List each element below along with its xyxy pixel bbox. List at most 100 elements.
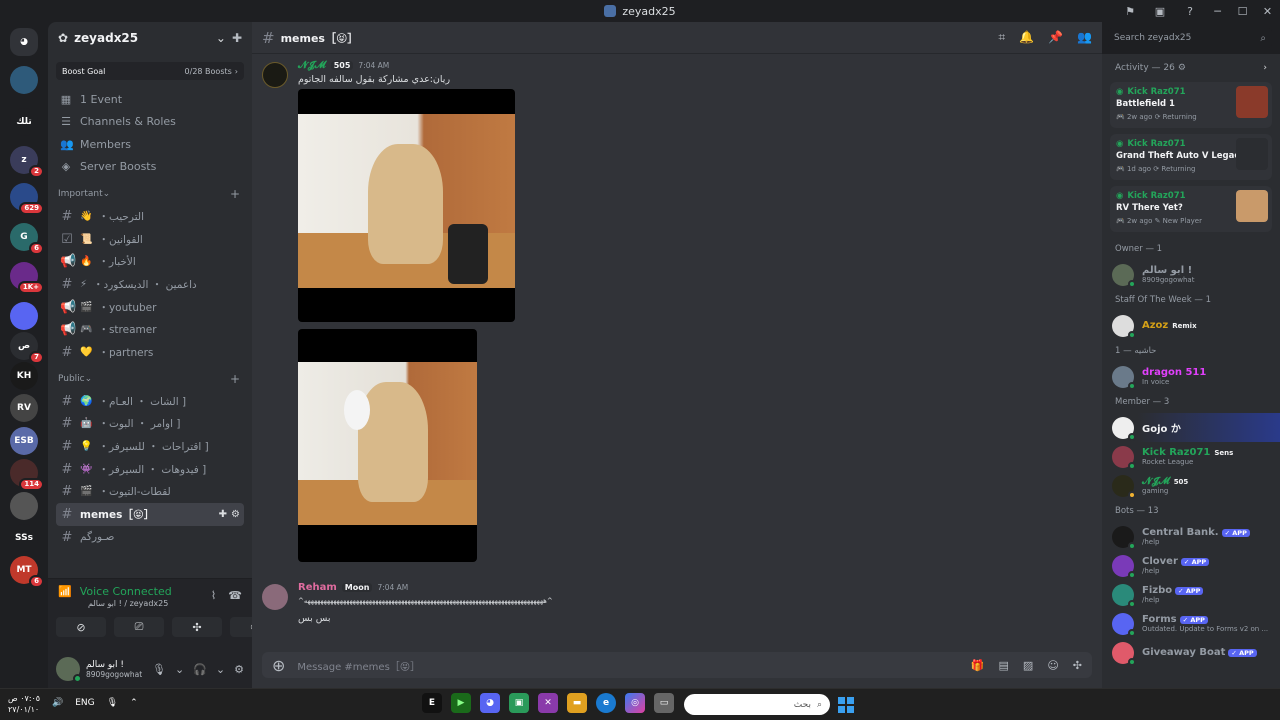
message-author[interactable]: Reham <box>298 582 337 593</box>
edge-icon[interactable]: e <box>596 693 616 713</box>
minimize-button[interactable]: ─ <box>1205 0 1230 22</box>
sidebar-nav-item[interactable]: ☰ Channels & Roles <box>48 111 252 134</box>
windows-start-icon[interactable] <box>838 697 854 713</box>
search-input[interactable]: Search zeyadx25 ⌕ <box>1108 28 1272 48</box>
apps-icon[interactable]: ✣ <box>1073 659 1082 672</box>
threads-icon[interactable]: ⌗ <box>998 30 1005 45</box>
member-item[interactable]: ابو سالم ! 8909gogowhat <box>1102 260 1280 289</box>
discord-icon[interactable]: ◕ <box>480 693 500 713</box>
server-icon[interactable] <box>10 492 38 520</box>
channel-item[interactable]: 📢 🔥 ・الأخبار <box>56 250 244 273</box>
channel-item[interactable]: # صـورگم <box>56 526 244 549</box>
emoji-icon[interactable]: ☺ <box>1047 659 1058 672</box>
attachment-image[interactable] <box>298 89 515 322</box>
share-screen-button[interactable]: ⎚ <box>114 617 164 637</box>
channel-item[interactable]: 📢 🎮 ・streamer <box>56 318 244 341</box>
member-item[interactable]: Clover ✓ APP/help <box>1102 551 1280 580</box>
activity-card[interactable]: ◉ Kick Raz071 Battlefield 1 🎮 2w ago ⟳ Retu… <box>1110 82 1272 128</box>
server-icon[interactable]: G6 <box>10 223 44 255</box>
attachment-image[interactable] <box>298 329 477 562</box>
channel-item-active[interactable]: # memes［😝］ ✚ ⚙ <box>56 503 244 526</box>
epic-games-icon[interactable]: E <box>422 693 442 713</box>
copilot-icon[interactable]: ◎ <box>625 693 645 713</box>
language-indicator[interactable]: ENG <box>75 698 94 708</box>
sticker-icon[interactable]: ▨ <box>1023 659 1033 672</box>
member-item[interactable]: 𝓝𝓙𝓜 505 gaming <box>1102 471 1280 500</box>
server-icon[interactable] <box>10 66 38 94</box>
activity-header[interactable]: Activity — 26 ⚙ › <box>1102 54 1280 82</box>
voice-status[interactable]: Voice Connected <box>80 585 172 598</box>
screen-share-icon[interactable]: ▣ <box>1145 0 1175 22</box>
inbox-icon[interactable]: ⚑ <box>1115 0 1145 22</box>
activity-card[interactable]: ◉ Kick Raz071 RV There Yet? 🎮 2w ago ✎ New … <box>1110 186 1272 232</box>
add-attachment-icon[interactable]: ⊕ <box>272 656 285 675</box>
sidebar-nav-item[interactable]: ◈ Server Boosts <box>48 156 252 179</box>
member-list-icon[interactable]: 👥 <box>1077 30 1092 45</box>
server-icon[interactable]: 114 <box>10 459 44 491</box>
channel-item[interactable]: # 💛 ・partners <box>56 341 244 364</box>
server-icon[interactable]: 629 <box>10 183 44 215</box>
chevron-down-icon[interactable]: ⌄ <box>175 663 184 676</box>
channel-category[interactable]: Public ⌄ + <box>48 368 252 390</box>
add-channel-icon[interactable]: + <box>230 187 240 201</box>
channel-item[interactable]: # ⚡ ・داعمين ・ الديسكورد <box>56 273 244 296</box>
activities-button[interactable]: ✣ <box>172 617 222 637</box>
maximize-button[interactable]: ☐ <box>1230 0 1255 22</box>
invite-icon[interactable]: ✚ <box>219 509 227 520</box>
message-input[interactable]: Message #memes［😝］ <box>297 658 958 673</box>
game-icon[interactable]: ✕ <box>538 693 558 713</box>
app-icon[interactable]: ▣ <box>509 693 529 713</box>
member-item[interactable]: Central Bank. ✓ APP/help <box>1102 522 1280 551</box>
close-button[interactable]: ✕ <box>1255 0 1280 22</box>
guild-tag[interactable]: Moon <box>341 583 373 592</box>
sidebar-nav-item[interactable]: 👥 Members <box>48 133 252 156</box>
microphone-icon[interactable]: 🎙 <box>152 663 166 676</box>
chevron-up-icon[interactable]: ⌃ <box>130 698 138 708</box>
channel-category[interactable]: Important ⌄ + <box>48 183 252 205</box>
avatar[interactable] <box>262 584 288 610</box>
gift-icon[interactable]: 🎁 <box>971 659 985 672</box>
gif-icon[interactable]: ▤ <box>999 659 1009 672</box>
server-icon[interactable]: ESB <box>10 427 38 455</box>
server-icon[interactable]: تلك <box>10 108 38 136</box>
channel-item[interactable]: ☑ 📜 ・القوانين <box>56 228 244 251</box>
headphones-icon[interactable]: 🎧 <box>193 663 207 676</box>
member-item[interactable]: Forms ✓ APP Outdated. Update to Forms v2 o… <box>1102 609 1280 638</box>
avatar[interactable] <box>262 62 288 88</box>
gear-icon[interactable]: ⚙ <box>231 509 240 520</box>
bell-icon[interactable]: 🔔 <box>1019 30 1034 45</box>
server-icon[interactable]: RV <box>10 394 38 422</box>
add-channel-icon[interactable]: + <box>230 372 240 386</box>
noise-suppression-icon[interactable]: ⌇ <box>211 589 216 602</box>
boost-goal[interactable]: Boost Goal 0/28 Boosts › <box>56 62 244 80</box>
member-item[interactable]: Azoz Remix <box>1102 311 1280 340</box>
channel-item[interactable]: # 👾 ・فيدوهات ・ السيرفر ] <box>56 458 244 481</box>
guild-tag[interactable]: 505 <box>330 61 354 70</box>
window-icon[interactable]: ▭ <box>654 693 674 713</box>
volume-icon[interactable]: 🔊 <box>52 698 63 708</box>
member-item[interactable]: Gojo か <box>1102 413 1280 442</box>
chevron-down-icon[interactable]: ⌄ <box>216 663 225 676</box>
server-icon[interactable]: z2 <box>10 146 44 178</box>
message-author[interactable]: 𝓝𝓙𝓜 <box>298 60 326 71</box>
pin-icon[interactable]: 📌 <box>1048 30 1063 45</box>
server-icon[interactable]: ص7 <box>10 332 44 364</box>
server-icon[interactable]: SSs <box>10 524 38 552</box>
help-icon[interactable]: ? <box>1175 0 1205 22</box>
channel-item[interactable]: 📢 🎬 ・youtuber <box>56 296 244 319</box>
disconnect-icon[interactable]: ☎ <box>228 589 242 602</box>
activity-card[interactable]: ◉ Kick Raz071 Grand Theft Auto V Legacy 🎮 1… <box>1110 134 1272 180</box>
taskbar-search[interactable]: بحث ⌕ <box>684 694 830 715</box>
server-icon[interactable]: MT 6 <box>10 556 44 588</box>
server-icon[interactable]: KH <box>10 362 38 390</box>
channel-item[interactable]: # 💡 ・اقتراحات ・ للسيرفر ] <box>56 435 244 458</box>
clock[interactable]: ٠٧:٠٥ ص ٢٧/٠١/١٠ <box>8 693 40 715</box>
video-off-button[interactable]: ⊘ <box>56 617 106 637</box>
play-icon[interactable]: ▶ <box>451 693 471 713</box>
channel-item[interactable]: # 🎬 ・لقطات-التيوت <box>56 481 244 504</box>
server-icon[interactable]: 1K+ <box>10 262 44 294</box>
avatar[interactable] <box>56 657 82 683</box>
channel-item[interactable]: # 🤖 ・اوامر ・ البوت ] <box>56 413 244 436</box>
sidebar-nav-item[interactable]: ▦ 1 Event <box>48 88 252 111</box>
member-item[interactable]: dragon 511 In voice <box>1102 362 1280 391</box>
